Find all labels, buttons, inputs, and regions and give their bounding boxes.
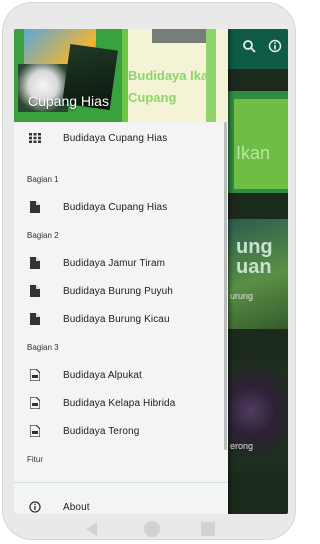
section-header: Fitur [27, 455, 43, 464]
section-header: Bagian 2 [27, 231, 59, 240]
card-subtitle: erong [230, 441, 254, 451]
header-title-left: Cupang Hias [28, 93, 109, 109]
menu-item-terong[interactable]: Budidaya Terong [14, 417, 228, 445]
pdf-icon [29, 397, 41, 409]
card-title: ung uan [236, 236, 273, 278]
phone-frame: Ikan ung uan urung erong Cupang Hias Bud… [2, 2, 296, 540]
menu-item-label: Budidaya Burung Puyuh [63, 285, 173, 297]
content-card[interactable]: ung uan urung [226, 219, 288, 329]
content-card[interactable]: Ikan [226, 91, 288, 193]
menu-item-alpukat[interactable]: Budidaya Alpukat [14, 361, 228, 389]
header-image-right: Budidaya Ikan Cupang [122, 29, 228, 122]
card-subtitle: urung [230, 291, 254, 301]
header-title-line1: Budidaya Ikan [128, 68, 217, 83]
menu-item-label: About [63, 501, 90, 513]
menu-item-burung-kicau[interactable]: Budidaya Burung Kicau [14, 305, 228, 333]
divider [14, 482, 228, 483]
menu-item-about[interactable]: About [14, 493, 228, 514]
content-card[interactable]: erong [226, 361, 288, 471]
card-text: Ikan [234, 99, 288, 189]
grid-icon [29, 132, 41, 144]
header-title-line2: Cupang [128, 90, 177, 105]
menu-item-label: Budidaya Cupang Hias [63, 201, 168, 213]
menu-item-label: Budidaya Alpukat [63, 369, 142, 381]
navigation-drawer: Cupang Hias Budidaya Ikan Cupang Budiday… [14, 29, 228, 514]
menu-item-label: Budidaya Terong [63, 425, 140, 437]
header-image-left: Cupang Hias [14, 29, 122, 122]
pdf-icon [29, 425, 41, 437]
menu-item-kelapa-hibrida[interactable]: Budidaya Kelapa Hibrida [14, 389, 228, 417]
menu-item-cupang-hias-main[interactable]: Budidaya Cupang Hias [14, 124, 228, 152]
section-header: Bagian 1 [27, 175, 59, 184]
document-icon [29, 285, 41, 297]
recent-apps-icon[interactable] [201, 522, 215, 536]
drawer-header: Cupang Hias Budidaya Ikan Cupang [14, 29, 228, 122]
menu-item-label: Budidaya Cupang Hias [63, 132, 168, 144]
menu-item-label: Budidaya Kelapa Hibrida [63, 397, 176, 409]
info-icon[interactable] [266, 39, 284, 57]
decor-bar [152, 29, 206, 43]
menu-item-cupang-hias[interactable]: Budidaya Cupang Hias [14, 193, 228, 221]
menu-item-label: Budidaya Burung Kicau [63, 313, 170, 325]
back-icon[interactable] [86, 522, 97, 536]
scrollbar[interactable] [224, 122, 227, 450]
pdf-icon [29, 369, 41, 381]
document-icon [29, 201, 41, 213]
search-icon[interactable] [240, 39, 258, 57]
system-nav-bar [2, 514, 302, 544]
header-title-right: Budidaya Ikan Cupang [128, 65, 228, 109]
section-header: Bagian 3 [27, 343, 59, 352]
menu-item-burung-puyuh[interactable]: Budidaya Burung Puyuh [14, 277, 228, 305]
home-icon[interactable] [144, 521, 160, 537]
menu-item-label: Budidaya Jamur Tiram [63, 257, 166, 269]
menu-item-jamur-tiram[interactable]: Budidaya Jamur Tiram [14, 249, 228, 277]
document-icon [29, 313, 41, 325]
info-icon [29, 501, 41, 513]
document-icon [29, 257, 41, 269]
screen: Ikan ung uan urung erong Cupang Hias Bud… [14, 29, 288, 514]
